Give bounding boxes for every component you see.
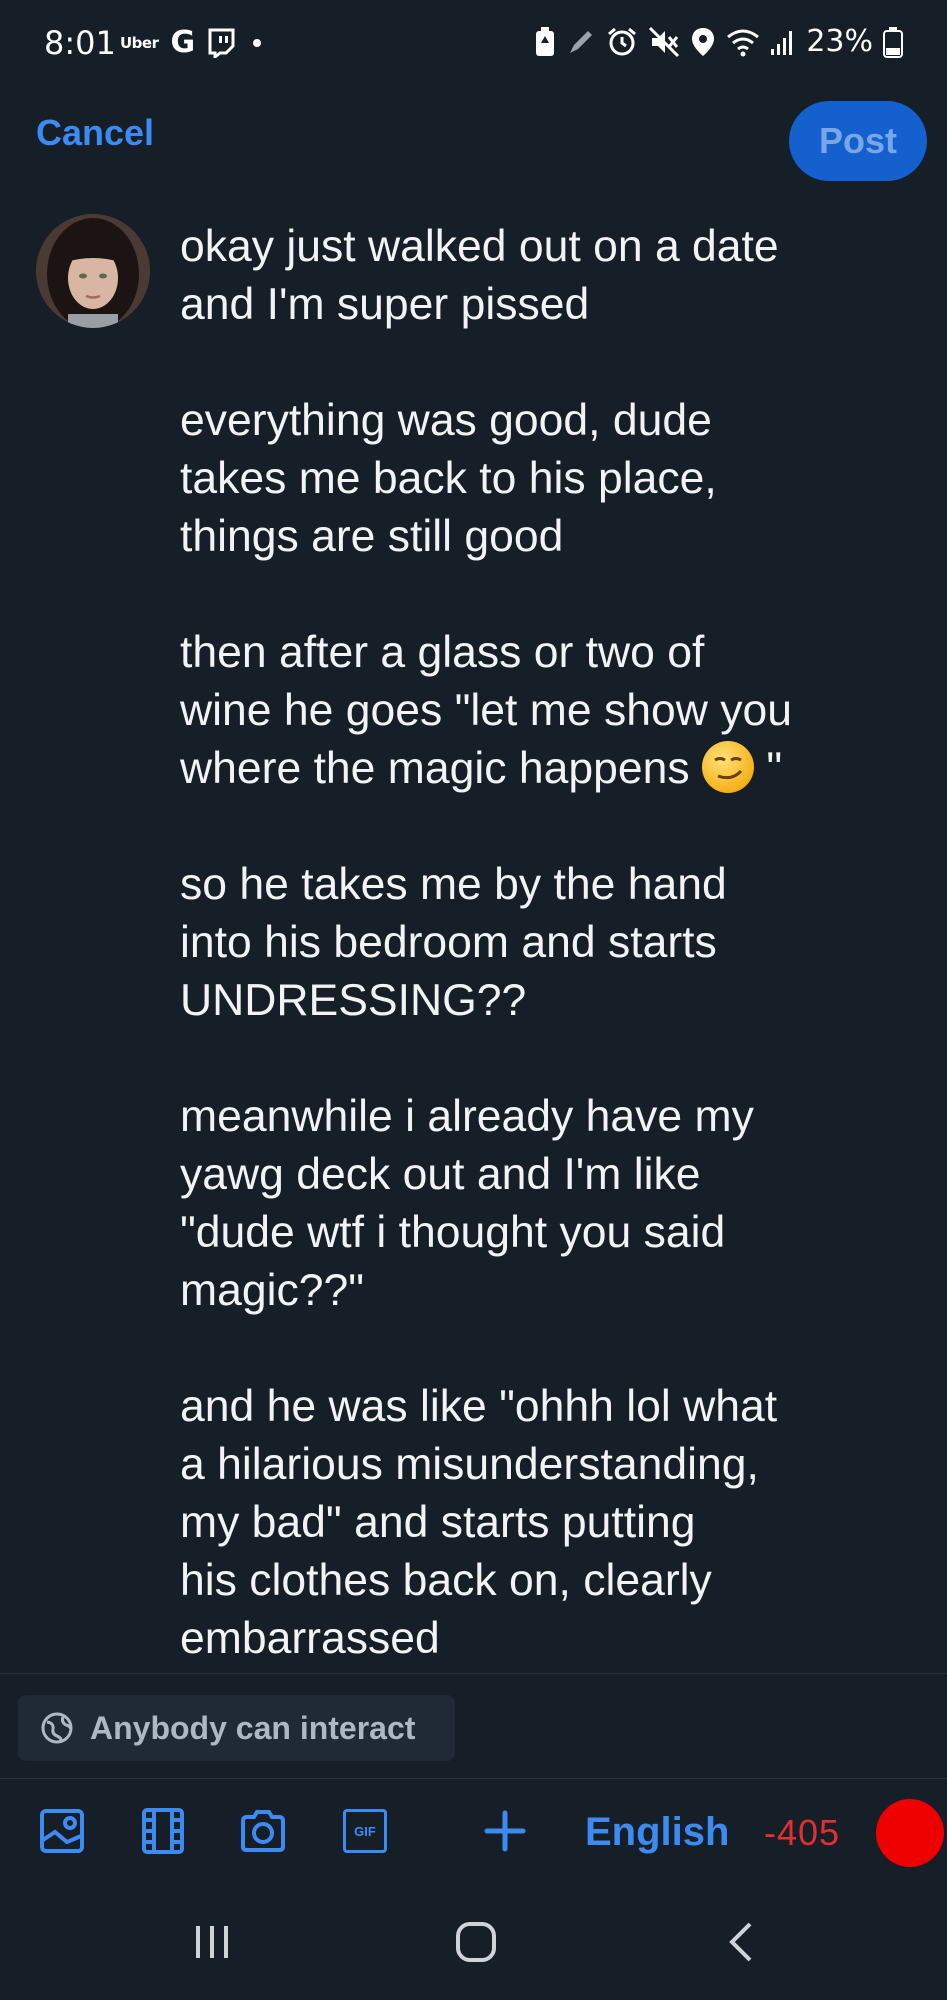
location-icon (692, 27, 715, 56)
uber-icon: Uber (120, 34, 159, 52)
compose-toolbar: GIF English -405 (0, 1790, 947, 1882)
divider (0, 1673, 947, 1674)
plus-icon[interactable] (482, 1808, 528, 1854)
home-icon[interactable] (454, 1920, 498, 1964)
battery-icon (883, 26, 903, 58)
mute-icon (649, 26, 680, 57)
text-paragraph: okay just walked out on a date and I'm s… (180, 222, 779, 329)
avatar (36, 214, 150, 328)
text-paragraph-body: then after a glass or two of wine he goe… (180, 628, 792, 793)
twitch-icon (208, 28, 235, 58)
gif-button[interactable]: GIF (343, 1809, 387, 1853)
pen-icon (570, 30, 593, 53)
language-selector[interactable]: English (585, 1810, 729, 1855)
interaction-settings-label: Anybody can interact (90, 1709, 416, 1746)
more-notifications-dot (253, 39, 262, 47)
profile-photo (36, 214, 150, 328)
notification-icons: Uber G (120, 25, 262, 60)
text-paragraph: meanwhile i already have my yawg deck ou… (180, 1092, 754, 1315)
character-limit-indicator (876, 1799, 944, 1867)
video-icon[interactable] (140, 1808, 186, 1854)
signal-icon (771, 30, 793, 55)
text-paragraph: and he was like "ohhh lol what a hilario… (180, 1382, 778, 1663)
post-text-input[interactable]: okay just walked out on a date and I'm s… (180, 218, 920, 1726)
battery-saver-icon (536, 26, 555, 56)
text-paragraph: then after a glass or two of wine he goe… (180, 624, 920, 798)
camera-icon[interactable] (240, 1808, 286, 1854)
google-icon: G (170, 25, 196, 60)
system-status-icons: 23% (534, 24, 903, 59)
back-icon[interactable] (720, 1920, 764, 1964)
recent-apps-icon[interactable] (190, 1920, 234, 1964)
smirking-face-emoji (701, 741, 754, 793)
text-paragraph: so he takes me by the hand into his bedr… (180, 860, 727, 1025)
text-paragraph: everything was good, dude takes me back … (180, 396, 717, 561)
wifi-icon (727, 29, 760, 56)
status-time: 8:01 (44, 24, 116, 62)
alarm-icon (608, 27, 637, 55)
system-nav-bar (0, 1890, 947, 2000)
divider (0, 1778, 947, 1779)
post-button[interactable]: Post (789, 101, 927, 181)
image-icon[interactable] (39, 1808, 85, 1854)
cancel-button[interactable]: Cancel (36, 112, 154, 154)
status-bar: 8:01 Uber G 23% (0, 0, 947, 92)
text-paragraph-suffix: " (753, 744, 783, 793)
interaction-settings-button[interactable]: Anybody can interact (18, 1695, 455, 1761)
globe-icon (41, 1712, 73, 1744)
battery-percent: 23% (806, 24, 873, 59)
gif-label: GIF (354, 1823, 376, 1839)
character-count: -405 (764, 1812, 841, 1853)
